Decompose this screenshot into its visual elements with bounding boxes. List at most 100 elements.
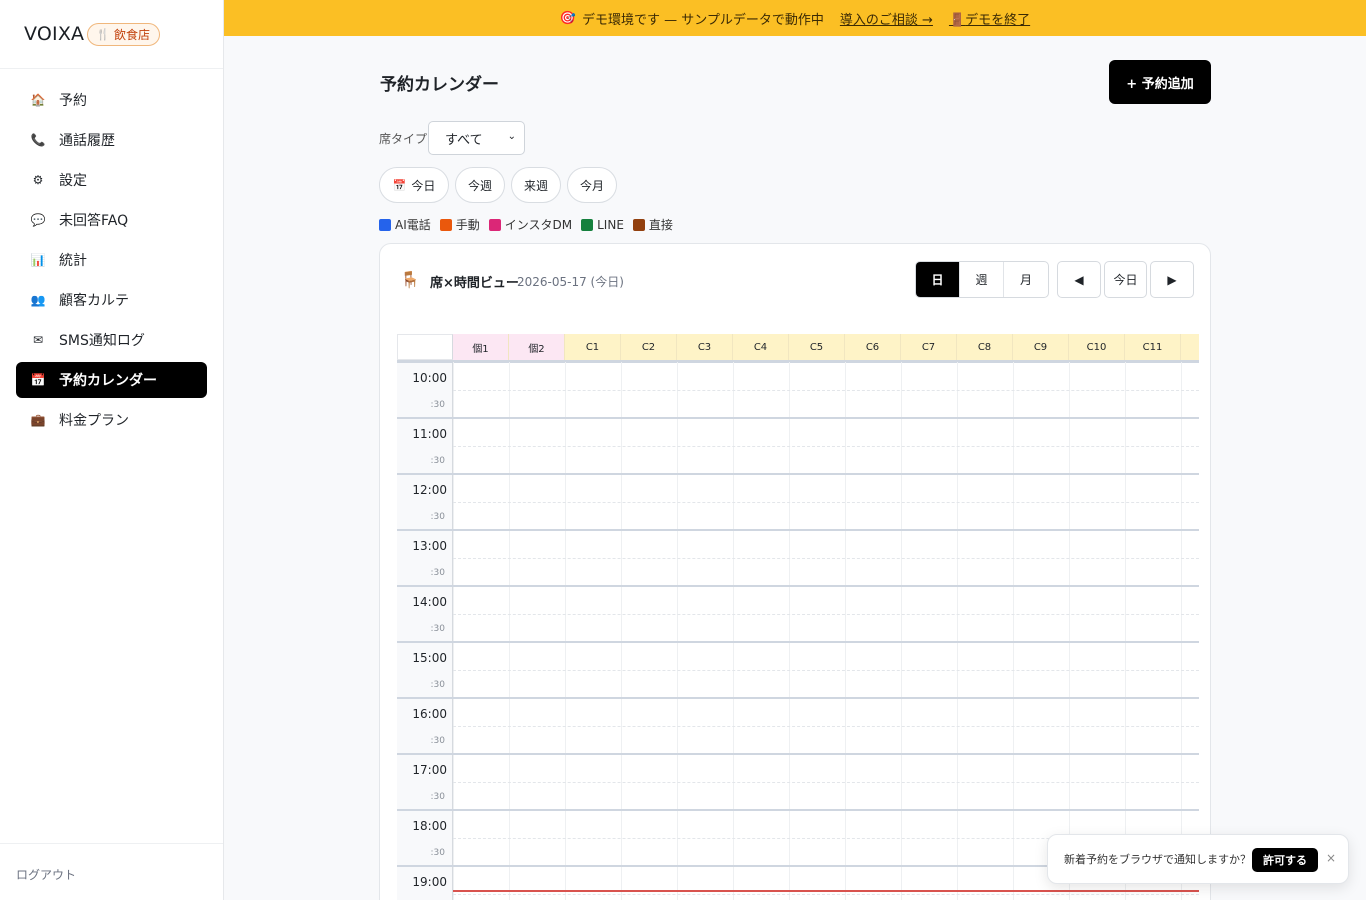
grid-column-line xyxy=(733,362,734,900)
sidebar-item-6[interactable]: ✉ SMS通知ログ xyxy=(16,322,207,358)
seat-column-header: C11 xyxy=(1125,334,1181,360)
sidebar-item-1[interactable]: 📞 通話履歴 xyxy=(16,122,207,158)
legend-item: インスタDM xyxy=(488,216,573,233)
hour-label: 17:00 xyxy=(412,763,447,777)
half-hour-divider xyxy=(453,558,1199,559)
sidebar-item-0[interactable]: 🏠 予約 xyxy=(16,82,207,118)
half-hour-divider xyxy=(453,502,1199,503)
logout-link[interactable]: ログアウト xyxy=(0,843,223,900)
demo-banner-text: デモ環境です — サンプルデータで動作中 xyxy=(582,12,824,28)
hour-label: 16:00 xyxy=(412,707,447,721)
source-legend: AI電話 手動 インスタDM LINE 直接 xyxy=(379,216,673,233)
seat-column-header: C9 xyxy=(1013,334,1069,360)
hour-label: 13:00 xyxy=(412,539,447,553)
sidebar-item-4[interactable]: 📊 統計 xyxy=(16,242,207,278)
grid-column-line xyxy=(621,362,622,900)
seat-column-header: C10 xyxy=(1069,334,1125,360)
half-hour-label: :30 xyxy=(430,624,445,634)
calendar-icon: 📅 xyxy=(30,373,46,387)
seat-column-header: C1 xyxy=(565,334,621,360)
view-month-tab[interactable]: 月 xyxy=(1004,262,1048,297)
quick-this-month-button[interactable]: 今月 xyxy=(567,167,617,203)
grid-corner xyxy=(397,334,453,360)
chair-icon: 🪑 xyxy=(400,270,420,289)
close-icon[interactable]: × xyxy=(1326,851,1336,865)
grid-column-line xyxy=(1125,362,1126,900)
half-hour-label: :30 xyxy=(430,568,445,578)
add-reservation-button[interactable]: + 予約追加 xyxy=(1109,60,1211,104)
calendar-title: 席×時間ビュー xyxy=(430,276,519,291)
calendar-icon: 📅 xyxy=(392,178,407,192)
sidebar-item-label: 顧客カルテ xyxy=(59,293,129,309)
business-type-badge: 🍴 飲食店 xyxy=(87,22,160,46)
sidebar-item-8[interactable]: 💼 料金プラン xyxy=(16,402,207,438)
sidebar-item-label: 料金プラン xyxy=(59,413,129,429)
calendar-card: 🪑 席×時間ビュー 2026-05-17 (今日) 日 週 月 ◀ 今日 ▶ 個… xyxy=(379,243,1211,900)
seat-column-header: 個2 xyxy=(509,334,565,360)
sidebar-item-label: 設定 xyxy=(59,173,87,189)
view-day-tab[interactable]: 日 xyxy=(916,262,960,297)
seat-time-grid: 個1 個2 C1 C2 C3 C4 C5 C6 C7 C8 C9 C10 C11 10:00:30 11:0… xyxy=(397,334,1199,900)
demo-banner: 🎯 デモ環境です — サンプルデータで動作中 導入のご相談 → 🚪デモを終了 xyxy=(224,0,1366,36)
half-hour-label: :30 xyxy=(430,848,445,858)
legend-swatch xyxy=(439,218,452,231)
legend-item: AI電話 xyxy=(379,216,431,233)
half-hour-divider xyxy=(453,894,1199,895)
brand: VOIXA 🍴 飲食店 xyxy=(0,0,223,69)
legend-item: 手動 xyxy=(439,216,480,233)
hour-divider xyxy=(397,585,1199,587)
allow-notifications-button[interactable]: 許可する xyxy=(1252,848,1318,872)
sidebar-item-2[interactable]: ⚙ 設定 xyxy=(16,162,207,198)
seat-column-header: C4 xyxy=(733,334,789,360)
view-week-tab[interactable]: 週 xyxy=(960,262,1004,297)
envelope-icon: ✉ xyxy=(32,333,44,347)
sidebar-item-3[interactable]: 💬 未回答FAQ xyxy=(16,202,207,238)
hour-divider xyxy=(397,697,1199,699)
grid-column-line xyxy=(565,362,566,900)
seat-column-header: C7 xyxy=(901,334,957,360)
end-demo-link[interactable]: 🚪デモを終了 xyxy=(949,9,1030,28)
quick-today-button[interactable]: 📅 今日 xyxy=(379,167,449,203)
sidebar-item-7[interactable]: 📅 予約カレンダー xyxy=(16,362,207,398)
legend-label: LINE xyxy=(597,217,624,232)
legend-label: インスタDM xyxy=(504,218,573,232)
current-time-indicator xyxy=(453,890,1199,892)
sidebar-item-label: 予約 xyxy=(59,93,87,109)
consult-link[interactable]: 導入のご相談 → xyxy=(840,9,933,28)
prev-day-button[interactable]: ◀ xyxy=(1057,261,1101,298)
quick-this-week-button[interactable]: 今週 xyxy=(455,167,505,203)
today-button[interactable]: 今日 xyxy=(1104,261,1147,298)
hour-label: 10:00 xyxy=(412,371,447,385)
calendar-date: 2026-05-17 (今日) xyxy=(517,275,624,289)
half-hour-divider xyxy=(453,390,1199,391)
gear-icon: ⚙ xyxy=(32,173,44,187)
sidebar-item-label: 予約カレンダー xyxy=(59,373,157,389)
legend-label: AI電話 xyxy=(395,218,431,232)
seat-column-header: 個1 xyxy=(453,334,509,360)
sidebar: VOIXA 🍴 飲食店 🏠 予約 📞 通話履歴 ⚙ 設定 💬 未回答FAQ 📊 統計 👥 顧客カルテ ✉… xyxy=(0,0,224,900)
hour-divider xyxy=(397,753,1199,755)
sidebar-item-label: SMS通知ログ xyxy=(59,333,145,349)
seat-column-header: C3 xyxy=(677,334,733,360)
next-day-button[interactable]: ▶ xyxy=(1150,261,1194,298)
seat-type-select[interactable]: すべて ⌄ xyxy=(428,121,525,155)
quick-next-week-button[interactable]: 来週 xyxy=(511,167,561,203)
half-hour-divider xyxy=(453,446,1199,447)
briefcase-icon: 💼 xyxy=(30,413,46,427)
legend-swatch xyxy=(379,218,391,231)
grid-column-line xyxy=(789,362,790,900)
header-divider xyxy=(397,360,1199,363)
seat-type-label: 席タイプ: xyxy=(379,132,432,146)
grid-column-line xyxy=(453,362,454,900)
legend-label: 直接 xyxy=(648,218,673,232)
hour-label: 14:00 xyxy=(412,595,447,609)
half-hour-label: :30 xyxy=(430,680,445,690)
half-hour-divider xyxy=(453,614,1199,615)
brand-name: VOIXA xyxy=(24,23,85,45)
sidebar-item-5[interactable]: 👥 顧客カルテ xyxy=(16,282,207,318)
half-hour-label: :30 xyxy=(430,512,445,522)
people-icon: 👥 xyxy=(30,293,46,307)
quick-today-label: 今日 xyxy=(411,178,436,193)
hour-label: 15:00 xyxy=(412,651,447,665)
hour-divider xyxy=(397,809,1199,811)
